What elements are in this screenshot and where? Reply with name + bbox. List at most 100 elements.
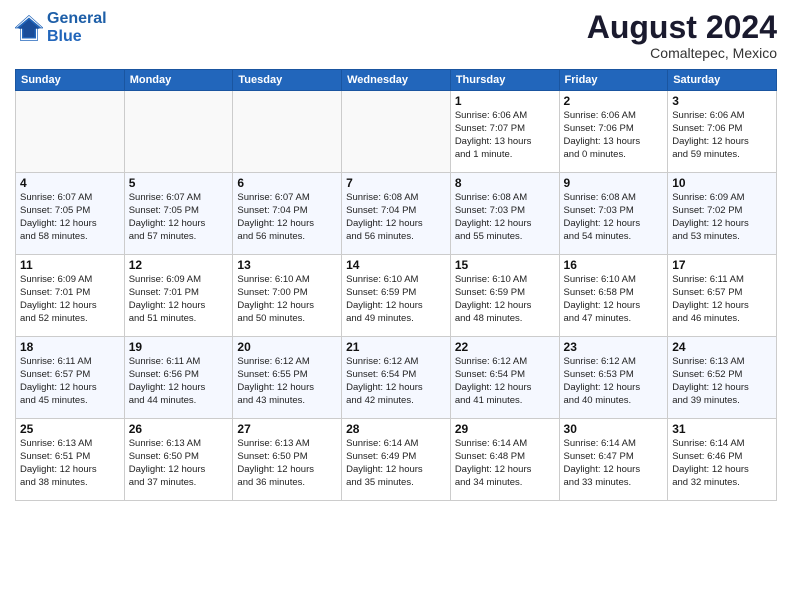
- day-number: 10: [672, 176, 772, 190]
- table-row: [16, 91, 125, 173]
- day-info: Sunrise: 6:09 AM Sunset: 7:01 PM Dayligh…: [129, 274, 229, 325]
- day-info: Sunrise: 6:11 AM Sunset: 6:57 PM Dayligh…: [20, 356, 120, 407]
- day-number: 3: [672, 94, 772, 108]
- table-row: 4Sunrise: 6:07 AM Sunset: 7:05 PM Daylig…: [16, 173, 125, 255]
- day-info: Sunrise: 6:06 AM Sunset: 7:06 PM Dayligh…: [564, 110, 664, 161]
- day-number: 19: [129, 340, 229, 354]
- day-number: 1: [455, 94, 555, 108]
- table-row: 19 Sunrise: 6:11 AM Sunset: 6:56 PM Dayli…: [124, 337, 233, 419]
- day-info: Sunrise: 6:11 AM Sunset: 6:56 PM Dayligh…: [129, 356, 229, 407]
- day-number: 17: [672, 258, 772, 272]
- table-row: 27Sunrise: 6:13 AM Sunset: 6:50 PM Dayli…: [233, 419, 342, 501]
- col-tuesday: Tuesday: [233, 70, 342, 91]
- week-row-1: 4Sunrise: 6:07 AM Sunset: 7:05 PM Daylig…: [16, 173, 777, 255]
- main-title: August 2024: [587, 10, 777, 45]
- day-info: Sunrise: 6:14 AM Sunset: 6:48 PM Dayligh…: [455, 438, 555, 489]
- page: General Blue August 2024 Comaltepec, Mex…: [0, 0, 792, 612]
- table-row: 28Sunrise: 6:14 AM Sunset: 6:49 PM Dayli…: [342, 419, 451, 501]
- col-wednesday: Wednesday: [342, 70, 451, 91]
- day-number: 14: [346, 258, 446, 272]
- table-row: 8Sunrise: 6:08 AM Sunset: 7:03 PM Daylig…: [450, 173, 559, 255]
- table-row: 15 Sunrise: 6:10 AM Sunset: 6:59 PM Dayli…: [450, 255, 559, 337]
- day-number: 2: [564, 94, 664, 108]
- col-thursday: Thursday: [450, 70, 559, 91]
- day-number: 13: [237, 258, 337, 272]
- col-sunday: Sunday: [16, 70, 125, 91]
- logo-text: General Blue: [47, 10, 107, 45]
- day-number: 20: [237, 340, 337, 354]
- day-number: 8: [455, 176, 555, 190]
- logo-icon: [15, 14, 43, 42]
- day-number: 11: [20, 258, 120, 272]
- day-info: Sunrise: 6:07 AM Sunset: 7:04 PM Dayligh…: [237, 192, 337, 243]
- table-row: 25 Sunrise: 6:13 AM Sunset: 6:51 PM Dayli…: [16, 419, 125, 501]
- week-row-0: 1 Sunrise: 6:06 AM Sunset: 7:07 PM Daylig…: [16, 91, 777, 173]
- day-info: Sunrise: 6:13 AM Sunset: 6:51 PM Dayligh…: [20, 438, 120, 489]
- day-info: Sunrise: 6:09 AM Sunset: 7:02 PM Dayligh…: [672, 192, 772, 243]
- day-info: Sunrise: 6:10 AM Sunset: 6:59 PM Dayligh…: [346, 274, 446, 325]
- table-row: [342, 91, 451, 173]
- day-number: 28: [346, 422, 446, 436]
- col-monday: Monday: [124, 70, 233, 91]
- table-row: 9 Sunrise: 6:08 AM Sunset: 7:03 PM Daylig…: [559, 173, 668, 255]
- table-row: 6 Sunrise: 6:07 AM Sunset: 7:04 PM Daylig…: [233, 173, 342, 255]
- header: General Blue August 2024 Comaltepec, Mex…: [15, 10, 777, 61]
- table-row: 3 Sunrise: 6:06 AM Sunset: 7:06 PM Daylig…: [668, 91, 777, 173]
- day-number: 27: [237, 422, 337, 436]
- day-info: Sunrise: 6:08 AM Sunset: 7:03 PM Dayligh…: [564, 192, 664, 243]
- table-row: 18 Sunrise: 6:11 AM Sunset: 6:57 PM Dayli…: [16, 337, 125, 419]
- table-row: 16 Sunrise: 6:10 AM Sunset: 6:58 PM Dayli…: [559, 255, 668, 337]
- day-info: Sunrise: 6:06 AM Sunset: 7:07 PM Dayligh…: [455, 110, 555, 161]
- day-info: Sunrise: 6:14 AM Sunset: 6:47 PM Dayligh…: [564, 438, 664, 489]
- day-number: 15: [455, 258, 555, 272]
- table-row: 13 Sunrise: 6:10 AM Sunset: 7:00 PM Dayli…: [233, 255, 342, 337]
- table-row: 5Sunrise: 6:07 AM Sunset: 7:05 PM Daylig…: [124, 173, 233, 255]
- logo: General Blue: [15, 10, 107, 45]
- day-info: Sunrise: 6:12 AM Sunset: 6:53 PM Dayligh…: [564, 356, 664, 407]
- day-number: 7: [346, 176, 446, 190]
- day-info: Sunrise: 6:12 AM Sunset: 6:55 PM Dayligh…: [237, 356, 337, 407]
- table-row: 17 Sunrise: 6:11 AM Sunset: 6:57 PM Dayli…: [668, 255, 777, 337]
- day-info: Sunrise: 6:12 AM Sunset: 6:54 PM Dayligh…: [455, 356, 555, 407]
- table-row: 29 Sunrise: 6:14 AM Sunset: 6:48 PM Dayli…: [450, 419, 559, 501]
- table-row: 10 Sunrise: 6:09 AM Sunset: 7:02 PM Dayli…: [668, 173, 777, 255]
- logo-blue: Blue: [47, 28, 82, 45]
- table-row: 1 Sunrise: 6:06 AM Sunset: 7:07 PM Daylig…: [450, 91, 559, 173]
- day-info: Sunrise: 6:10 AM Sunset: 7:00 PM Dayligh…: [237, 274, 337, 325]
- subtitle: Comaltepec, Mexico: [587, 45, 777, 61]
- day-number: 21: [346, 340, 446, 354]
- day-number: 4: [20, 176, 120, 190]
- table-row: [124, 91, 233, 173]
- table-row: 11 Sunrise: 6:09 AM Sunset: 7:01 PM Dayli…: [16, 255, 125, 337]
- day-info: Sunrise: 6:12 AM Sunset: 6:54 PM Dayligh…: [346, 356, 446, 407]
- col-saturday: Saturday: [668, 70, 777, 91]
- day-number: 31: [672, 422, 772, 436]
- day-number: 26: [129, 422, 229, 436]
- week-row-2: 11 Sunrise: 6:09 AM Sunset: 7:01 PM Dayli…: [16, 255, 777, 337]
- day-number: 25: [20, 422, 120, 436]
- day-info: Sunrise: 6:10 AM Sunset: 6:59 PM Dayligh…: [455, 274, 555, 325]
- day-info: Sunrise: 6:11 AM Sunset: 6:57 PM Dayligh…: [672, 274, 772, 325]
- calendar: Sunday Monday Tuesday Wednesday Thursday…: [15, 69, 777, 501]
- logo-general: General: [47, 10, 107, 27]
- day-number: 9: [564, 176, 664, 190]
- day-number: 16: [564, 258, 664, 272]
- col-friday: Friday: [559, 70, 668, 91]
- day-number: 18: [20, 340, 120, 354]
- table-row: 24Sunrise: 6:13 AM Sunset: 6:52 PM Dayli…: [668, 337, 777, 419]
- table-row: 20 Sunrise: 6:12 AM Sunset: 6:55 PM Dayli…: [233, 337, 342, 419]
- day-info: Sunrise: 6:09 AM Sunset: 7:01 PM Dayligh…: [20, 274, 120, 325]
- week-row-3: 18 Sunrise: 6:11 AM Sunset: 6:57 PM Dayli…: [16, 337, 777, 419]
- day-info: Sunrise: 6:06 AM Sunset: 7:06 PM Dayligh…: [672, 110, 772, 161]
- table-row: 30Sunrise: 6:14 AM Sunset: 6:47 PM Dayli…: [559, 419, 668, 501]
- day-info: Sunrise: 6:14 AM Sunset: 6:46 PM Dayligh…: [672, 438, 772, 489]
- table-row: 22 Sunrise: 6:12 AM Sunset: 6:54 PM Dayli…: [450, 337, 559, 419]
- day-number: 6: [237, 176, 337, 190]
- day-number: 22: [455, 340, 555, 354]
- day-number: 5: [129, 176, 229, 190]
- day-number: 29: [455, 422, 555, 436]
- table-row: 14 Sunrise: 6:10 AM Sunset: 6:59 PM Dayli…: [342, 255, 451, 337]
- table-row: 2 Sunrise: 6:06 AM Sunset: 7:06 PM Daylig…: [559, 91, 668, 173]
- day-info: Sunrise: 6:10 AM Sunset: 6:58 PM Dayligh…: [564, 274, 664, 325]
- table-row: 7Sunrise: 6:08 AM Sunset: 7:04 PM Daylig…: [342, 173, 451, 255]
